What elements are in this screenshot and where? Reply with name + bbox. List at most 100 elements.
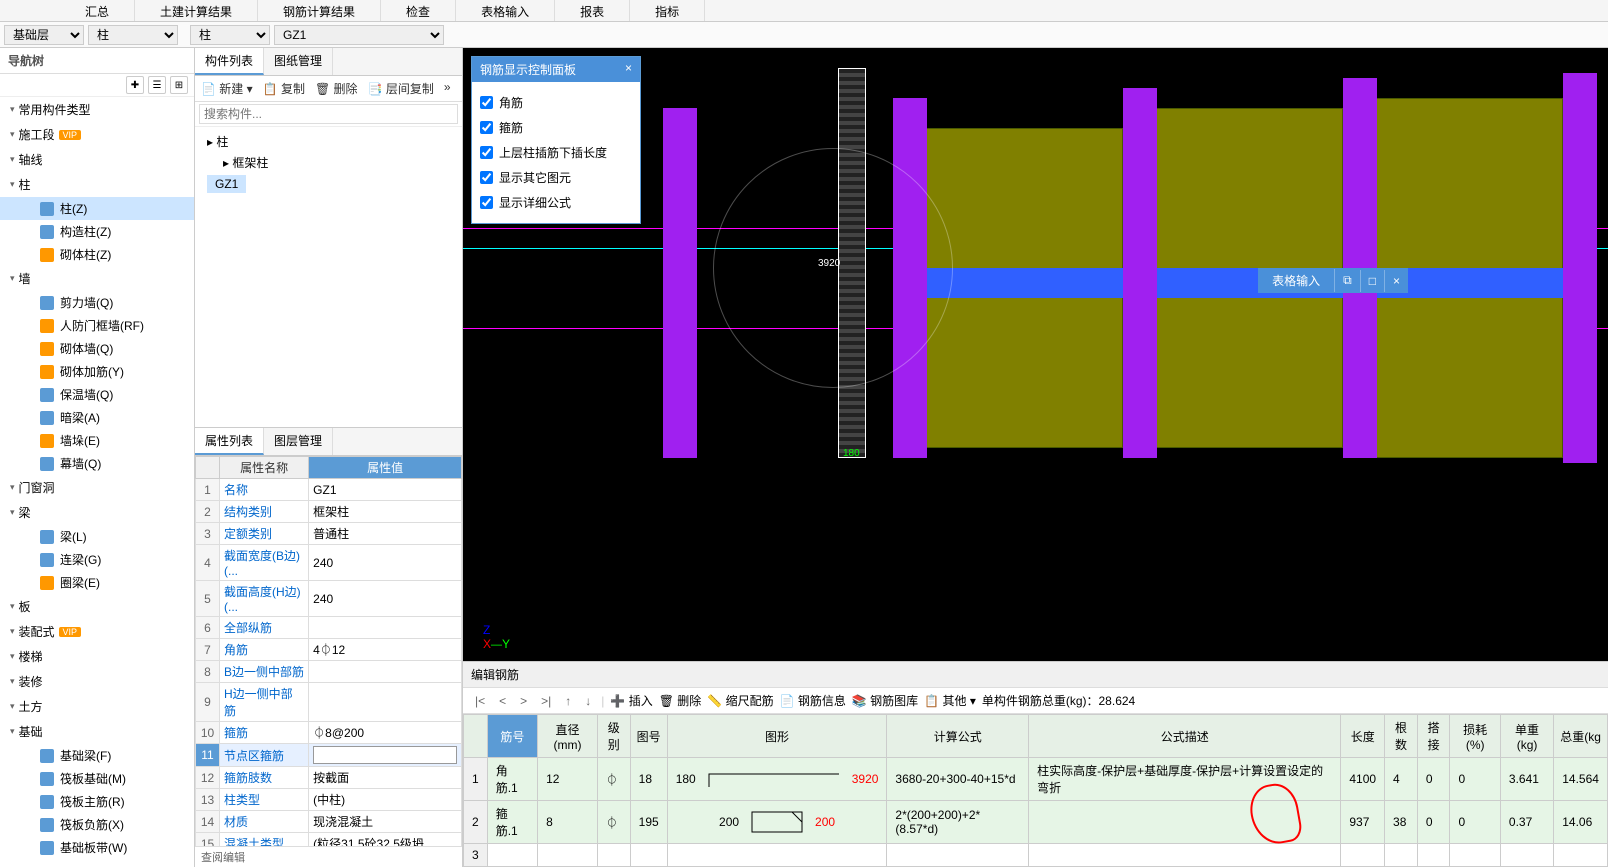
- category-select[interactable]: 柱: [88, 25, 178, 45]
- maximize-icon[interactable]: □: [1360, 270, 1384, 292]
- rebar-info-button[interactable]: 📄 钢筋信息: [780, 692, 846, 709]
- nav-item[interactable]: 剪力墙(Q): [0, 291, 194, 314]
- property-row[interactable]: 10箍筋⏀8@200: [196, 722, 462, 744]
- insert-button[interactable]: ➕ 插入: [610, 692, 652, 709]
- nav-item[interactable]: 幕墙(Q): [0, 452, 194, 475]
- nav-group[interactable]: ▾梁: [0, 500, 194, 525]
- property-row[interactable]: 3定额类别普通柱: [196, 523, 462, 545]
- nav-item[interactable]: 梁(L): [0, 525, 194, 548]
- nav-group[interactable]: ▾楼梯: [0, 644, 194, 669]
- nav-group[interactable]: ▾基础: [0, 719, 194, 744]
- nav-group[interactable]: ▾土方: [0, 694, 194, 719]
- menu-civil[interactable]: 土建计算结果: [135, 0, 258, 21]
- rebar-display-option[interactable]: 角筋: [480, 90, 632, 115]
- property-row[interactable]: 6全部纵筋: [196, 617, 462, 639]
- nav-group[interactable]: ▾轴线: [0, 147, 194, 172]
- nav-group[interactable]: ▾施工段VIP: [0, 122, 194, 147]
- down-icon[interactable]: ↓: [581, 694, 595, 708]
- nav-group[interactable]: ▾柱: [0, 172, 194, 197]
- nav-first-icon[interactable]: |<: [471, 694, 489, 708]
- rebar-row[interactable]: 1角筋.112⏀1818039203680-20+300-40+15*d柱实际高…: [464, 758, 1608, 801]
- nav-group[interactable]: ▾墙: [0, 266, 194, 291]
- rebar-lib-button[interactable]: 📚 钢筋图库: [852, 692, 918, 709]
- close-icon[interactable]: ×: [625, 61, 632, 78]
- property-row[interactable]: 5截面高度(H边)(...240: [196, 581, 462, 617]
- menu-rebar[interactable]: 钢筋计算结果: [258, 0, 381, 21]
- tree-sub[interactable]: ▸ 框架柱: [203, 152, 454, 173]
- view-grid-icon[interactable]: ⊞: [170, 76, 188, 94]
- type-select[interactable]: 柱: [190, 25, 270, 45]
- tab-properties[interactable]: 属性列表: [195, 428, 264, 455]
- tab-layer-mgmt[interactable]: 图层管理: [264, 428, 333, 455]
- rebar-row[interactable]: 2箍筋.18⏀1952002002*(200+200)+2*(8.57*d)93…: [464, 801, 1608, 844]
- rebar-row-empty[interactable]: 3: [464, 844, 1608, 867]
- menu-report[interactable]: 报表: [555, 0, 630, 21]
- property-row[interactable]: 2结构类别框架柱: [196, 501, 462, 523]
- 3d-viewport[interactable]: 3920 180 钢筋显示控制面板 × 角筋 箍筋 上层柱插筋下插长度 显示其它…: [463, 48, 1608, 661]
- rebar-display-option[interactable]: 显示其它图元: [480, 165, 632, 190]
- nav-item[interactable]: 基础梁(F): [0, 744, 194, 767]
- new-button[interactable]: 📄 新建 ▾: [201, 80, 253, 97]
- nav-item[interactable]: 柱(Z): [0, 197, 194, 220]
- scale-rebar-button[interactable]: 📏 缩尺配筋: [707, 692, 773, 709]
- nav-item[interactable]: 筏板基础(M): [0, 767, 194, 790]
- property-row[interactable]: 12箍筋肢数按截面: [196, 767, 462, 789]
- property-row[interactable]: 9H边一侧中部筋: [196, 683, 462, 722]
- property-row[interactable]: 8B边一侧中部筋: [196, 661, 462, 683]
- close-icon[interactable]: ×: [1384, 270, 1408, 292]
- nav-item[interactable]: 墙垛(E): [0, 429, 194, 452]
- floor-select[interactable]: 基础层: [4, 25, 84, 45]
- menu-summary[interactable]: 汇总: [60, 0, 135, 21]
- restore-icon[interactable]: ⧉: [1334, 269, 1360, 292]
- nav-item[interactable]: 筏板负筋(X): [0, 813, 194, 836]
- nav-group[interactable]: ▾门窗洞: [0, 475, 194, 500]
- search-input[interactable]: [199, 104, 458, 124]
- more-icon[interactable]: »: [444, 80, 451, 97]
- delete-button[interactable]: 🗑 删除: [315, 80, 358, 97]
- property-row[interactable]: 13柱类型(中柱): [196, 789, 462, 811]
- nav-item[interactable]: 连梁(G): [0, 548, 194, 571]
- nav-item[interactable]: 人防门框墙(RF): [0, 314, 194, 337]
- nav-prev-icon[interactable]: <: [495, 694, 510, 708]
- copy-button[interactable]: 📋 复制: [263, 80, 305, 97]
- nav-next-icon[interactable]: >: [516, 694, 531, 708]
- nav-item[interactable]: 砌体墙(Q): [0, 337, 194, 360]
- nav-item[interactable]: 暗梁(A): [0, 406, 194, 429]
- nav-last-icon[interactable]: >|: [537, 694, 555, 708]
- rebar-display-option[interactable]: 上层柱插筋下插长度: [480, 140, 632, 165]
- nav-group[interactable]: ▾板: [0, 594, 194, 619]
- nav-item[interactable]: 基础板带(W): [0, 836, 194, 859]
- property-row[interactable]: 4截面宽度(B边)(...240: [196, 545, 462, 581]
- property-row[interactable]: 14材质现浇混凝土: [196, 811, 462, 833]
- other-button[interactable]: 📋 其他 ▾: [924, 692, 976, 709]
- tree-root[interactable]: ▸ 柱: [203, 131, 454, 152]
- tab-component-list[interactable]: 构件列表: [195, 48, 264, 75]
- instance-select[interactable]: GZ1: [274, 25, 444, 45]
- tab-drawing-mgmt[interactable]: 图纸管理: [264, 48, 333, 75]
- menu-table-input[interactable]: 表格输入: [456, 0, 555, 21]
- rebar-display-option[interactable]: 箍筋: [480, 115, 632, 140]
- view-list-icon[interactable]: ☰: [148, 76, 166, 94]
- nav-item[interactable]: 砌体加筋(Y): [0, 360, 194, 383]
- table-input-window[interactable]: 表格输入 ⧉ □ ×: [1258, 268, 1408, 293]
- delete-row-button[interactable]: 🗑 删除: [659, 692, 702, 709]
- rebar-display-option[interactable]: 显示详细公式: [480, 190, 632, 215]
- nav-group[interactable]: ▾装修: [0, 669, 194, 694]
- menu-index[interactable]: 指标: [630, 0, 705, 21]
- nav-group[interactable]: ▾常用构件类型: [0, 97, 194, 122]
- menu-check[interactable]: 检查: [381, 0, 456, 21]
- nav-item[interactable]: 构造柱(Z): [0, 220, 194, 243]
- layer-copy-button[interactable]: 📑 层间复制: [368, 80, 434, 97]
- property-row[interactable]: 11节点区箍筋: [196, 744, 462, 767]
- up-icon[interactable]: ↑: [561, 694, 575, 708]
- property-row[interactable]: 7角筋4⏀12: [196, 639, 462, 661]
- nav-group[interactable]: ▾装配式VIP: [0, 619, 194, 644]
- nav-item[interactable]: 砌体柱(Z): [0, 243, 194, 266]
- property-row[interactable]: 15混凝土类型(粒径31.5砼32.5级坍...: [196, 833, 462, 847]
- property-row[interactable]: 1名称GZ1: [196, 479, 462, 501]
- nav-item[interactable]: 圈梁(E): [0, 571, 194, 594]
- nav-item[interactable]: 筏板主筋(R): [0, 790, 194, 813]
- nav-item[interactable]: 保温墙(Q): [0, 383, 194, 406]
- expand-all-icon[interactable]: ✚: [126, 76, 144, 94]
- tree-leaf-gz1[interactable]: GZ1: [207, 175, 246, 193]
